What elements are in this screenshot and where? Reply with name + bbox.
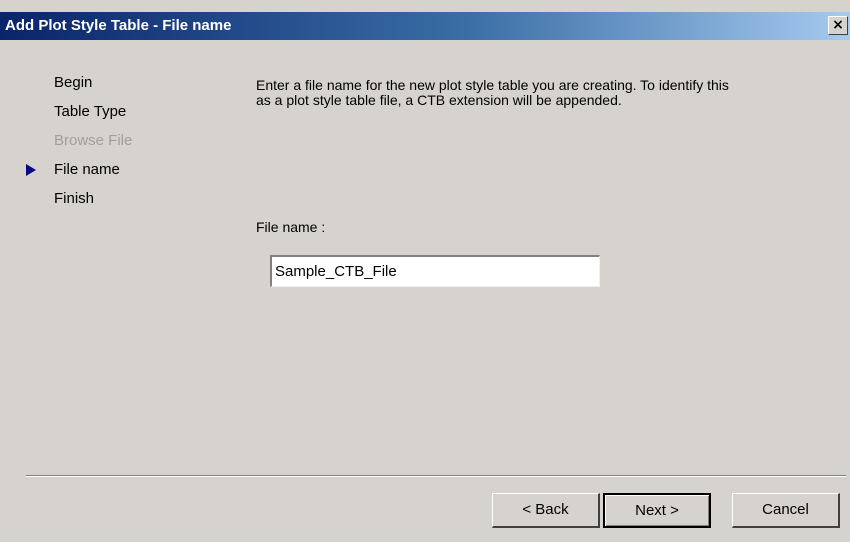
next-button[interactable]: Next >	[603, 493, 711, 528]
add-plot-style-table-dialog: Add Plot Style Table - File name × Begin…	[0, 0, 850, 542]
step-label: File name	[54, 161, 120, 178]
file-name-input[interactable]	[270, 255, 600, 287]
cancel-button[interactable]: Cancel	[732, 493, 840, 528]
window-title: Add Plot Style Table - File name	[5, 17, 232, 34]
back-button[interactable]: < Back	[492, 493, 600, 528]
step-label: Table Type	[54, 103, 127, 120]
step-label: Browse File	[54, 132, 133, 149]
current-step-arrow-icon	[26, 164, 36, 176]
step-browse-file: Browse File	[22, 128, 222, 157]
step-label: Finish	[54, 190, 95, 207]
close-button[interactable]: ×	[828, 16, 848, 35]
step-begin: Begin	[22, 70, 222, 99]
file-name-label: File name :	[256, 219, 326, 235]
button-separator	[26, 475, 846, 477]
step-finish: Finish	[22, 186, 222, 215]
step-file-name: File name	[22, 157, 222, 186]
step-label: Begin	[54, 74, 93, 91]
wizard-steps: Begin Table Type Browse File File name F…	[22, 70, 222, 215]
close-icon: ×	[832, 17, 844, 33]
step-table-type: Table Type	[22, 99, 222, 128]
title-bar[interactable]: Add Plot Style Table - File name ×	[0, 12, 850, 40]
instructions-text: Enter a file name for the new plot style…	[256, 77, 729, 108]
